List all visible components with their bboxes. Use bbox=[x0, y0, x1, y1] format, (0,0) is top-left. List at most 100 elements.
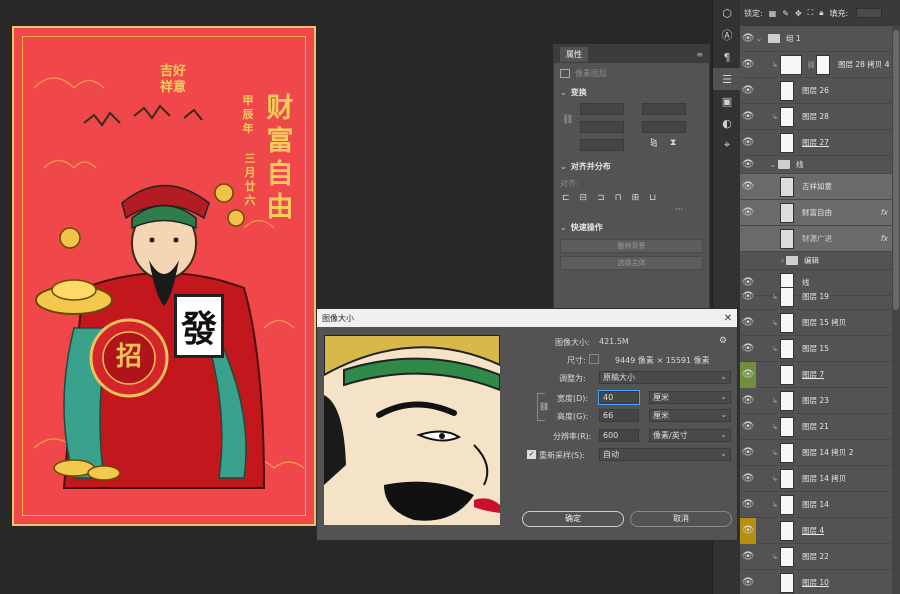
resample-select[interactable]: 自动 bbox=[599, 448, 731, 461]
ok-button[interactable]: 确定 bbox=[522, 511, 624, 527]
transform-w-field[interactable] bbox=[580, 103, 624, 115]
chevron-right-icon[interactable]: › bbox=[756, 256, 784, 265]
layer-row[interactable]: 👁︎ ↳ 图层 19 bbox=[740, 284, 892, 310]
eye-icon[interactable]: 👁︎ bbox=[740, 137, 756, 148]
transform-section-header[interactable]: 变换 bbox=[554, 83, 709, 101]
image-preview[interactable] bbox=[324, 335, 500, 525]
layer-row[interactable]: 👁︎ 图层 10 bbox=[740, 570, 892, 594]
layer-row[interactable]: 👁︎ 图层 27 bbox=[740, 130, 892, 156]
layer-row[interactable]: 👁︎ ↳ 图层 14 拷贝 bbox=[740, 466, 892, 492]
layer-row[interactable]: · › 编辑 bbox=[740, 252, 892, 270]
cube-icon[interactable]: ⬡ bbox=[713, 2, 741, 24]
eye-icon[interactable]: 👁︎ bbox=[740, 291, 756, 302]
layer-row[interactable]: 👁︎ ⌄ 线 bbox=[740, 156, 892, 174]
link-icon[interactable]: ⛓ bbox=[562, 115, 573, 125]
eye-icon[interactable]: 👁︎ bbox=[740, 111, 756, 122]
flip-horizontal-icon[interactable]: ⧎ bbox=[650, 138, 658, 148]
cancel-button[interactable]: 取消 bbox=[630, 511, 732, 527]
fx-icon[interactable]: fx bbox=[881, 234, 888, 243]
eye-icon[interactable]: 👁︎ bbox=[740, 317, 756, 328]
eye-icon[interactable]: 👁︎ bbox=[740, 421, 756, 432]
character-icon[interactable]: Ⓐ bbox=[713, 24, 741, 46]
width-unit-select[interactable]: 厘米 bbox=[649, 391, 731, 404]
scrollbar-thumb[interactable] bbox=[893, 30, 899, 310]
eye-icon[interactable]: 👁︎ bbox=[740, 447, 756, 458]
layer-row[interactable]: 👁︎ 图层 4 bbox=[740, 517, 892, 544]
chevron-down-icon[interactable]: ⌄ bbox=[756, 34, 766, 43]
transform-angle-field[interactable] bbox=[580, 139, 624, 151]
paths-icon[interactable]: ⌖ bbox=[713, 134, 741, 156]
fill-field[interactable] bbox=[856, 8, 883, 18]
eye-hidden-icon[interactable]: · bbox=[740, 255, 756, 266]
eye-icon[interactable]: 👁︎ bbox=[740, 159, 756, 170]
adjustments-icon[interactable]: ◐ bbox=[713, 112, 741, 134]
quick-actions-header[interactable]: 快速操作 bbox=[554, 218, 709, 236]
align-right-icon[interactable]: ⊐ bbox=[597, 193, 605, 203]
eye-icon[interactable]: 👁︎ bbox=[740, 33, 756, 44]
fx-icon[interactable]: fx bbox=[881, 208, 888, 217]
dialog-titlebar[interactable]: 图像大小 ✕ bbox=[317, 309, 737, 327]
layer-row[interactable]: 👁︎ 财富自由 fx bbox=[740, 200, 892, 226]
chevron-down-icon[interactable]: ⌄ bbox=[756, 160, 776, 169]
transform-h-field[interactable] bbox=[580, 121, 624, 133]
eye-icon[interactable]: 👁︎ bbox=[740, 577, 756, 588]
eye-icon[interactable]: 👁︎ bbox=[740, 499, 756, 510]
select-subject-button[interactable]: 选择主体 bbox=[560, 256, 703, 270]
eye-hidden-icon[interactable]: · bbox=[740, 233, 756, 244]
resolution-input[interactable]: 600 bbox=[599, 429, 639, 442]
chain-link-icon[interactable]: ⛓ bbox=[539, 402, 549, 411]
remove-background-button[interactable]: 删除背景 bbox=[560, 239, 703, 253]
fit-to-select[interactable]: 原稿大小 bbox=[599, 371, 731, 384]
libraries-icon[interactable]: ▣ bbox=[713, 90, 741, 112]
align-center-v-icon[interactable]: ⊞ bbox=[632, 193, 640, 203]
resample-checkbox[interactable]: ✓ bbox=[527, 450, 536, 459]
layer-row[interactable]: 👁︎ ↳ ⛓ 图层 28 拷贝 4 bbox=[740, 52, 892, 78]
layer-row[interactable]: 👁︎ ↳ 图层 14 bbox=[740, 492, 892, 518]
more-options[interactable]: ··· bbox=[554, 205, 709, 214]
artwork-canvas[interactable]: 财富自由 吉好 祥意 甲辰年 三月廿六 發 招 bbox=[12, 26, 316, 526]
properties-icon[interactable]: ☰ bbox=[713, 68, 741, 90]
align-bottom-icon[interactable]: ⊔ bbox=[649, 193, 656, 203]
close-icon[interactable]: ✕ bbox=[719, 313, 737, 324]
height-input[interactable]: 66 bbox=[599, 409, 639, 422]
align-top-icon[interactable]: ⊓ bbox=[615, 193, 622, 203]
panel-menu-icon[interactable]: ≡ bbox=[690, 48, 709, 61]
width-input[interactable]: 40 bbox=[599, 391, 639, 404]
eye-icon[interactable]: 👁︎ bbox=[740, 517, 756, 544]
dimensions-toggle[interactable] bbox=[589, 354, 599, 364]
resolution-unit-select[interactable]: 像素/英寸 bbox=[649, 429, 731, 442]
eye-icon[interactable]: 👁︎ bbox=[740, 473, 756, 484]
layer-row[interactable]: 👁︎ ↳ 图层 22 bbox=[740, 544, 892, 570]
layer-row[interactable]: 👁︎ 图层 26 bbox=[740, 78, 892, 104]
eye-icon[interactable]: 👁︎ bbox=[740, 207, 756, 218]
eye-icon[interactable]: 👁︎ bbox=[740, 181, 756, 192]
lock-pixels-icon[interactable]: ▦ bbox=[769, 9, 777, 18]
eye-icon[interactable]: 👁︎ bbox=[740, 551, 756, 562]
height-unit-select[interactable]: 厘米 bbox=[649, 409, 731, 422]
transform-x-field[interactable] bbox=[642, 103, 686, 115]
transform-y-field[interactable] bbox=[642, 121, 686, 133]
paragraph-icon[interactable]: ¶ bbox=[713, 46, 741, 68]
align-section-header[interactable]: 对齐并分布 bbox=[554, 157, 709, 175]
eye-icon[interactable]: 👁︎ bbox=[740, 361, 756, 388]
lock-all-icon[interactable]: 🔒︎ bbox=[819, 8, 823, 18]
lock-paint-icon[interactable]: ✎ bbox=[782, 9, 789, 18]
layer-row[interactable]: 👁︎ ↳ 图层 28 bbox=[740, 104, 892, 130]
align-center-h-icon[interactable]: ⊟ bbox=[580, 193, 588, 203]
layer-row[interactable]: 👁︎ ↳ 图层 15 bbox=[740, 336, 892, 362]
layer-row[interactable]: 👁︎ ⌄ 组 1 bbox=[740, 26, 892, 52]
layer-row[interactable]: 👁︎ 图层 7 bbox=[740, 361, 892, 388]
layer-row[interactable]: · 财源广进 fx bbox=[740, 226, 892, 252]
layers-scrollbar[interactable] bbox=[892, 26, 900, 594]
eye-icon[interactable]: 👁︎ bbox=[740, 343, 756, 354]
lock-position-icon[interactable]: ✥ bbox=[795, 9, 802, 18]
layer-row[interactable]: 👁︎ ↳ 图层 21 bbox=[740, 414, 892, 440]
lock-artboard-icon[interactable]: ⛶ bbox=[808, 8, 814, 18]
layer-row[interactable]: 👁︎ ↳ 图层 23 bbox=[740, 388, 892, 414]
gear-icon[interactable]: ⚙ bbox=[719, 336, 727, 346]
eye-icon[interactable]: 👁︎ bbox=[740, 85, 756, 96]
eye-icon[interactable]: 👁︎ bbox=[740, 395, 756, 406]
flip-vertical-icon[interactable]: ⧗ bbox=[670, 138, 676, 148]
layer-row[interactable]: 👁︎ ↳ 图层 15 拷贝 bbox=[740, 310, 892, 336]
align-left-icon[interactable]: ⊏ bbox=[562, 193, 570, 203]
